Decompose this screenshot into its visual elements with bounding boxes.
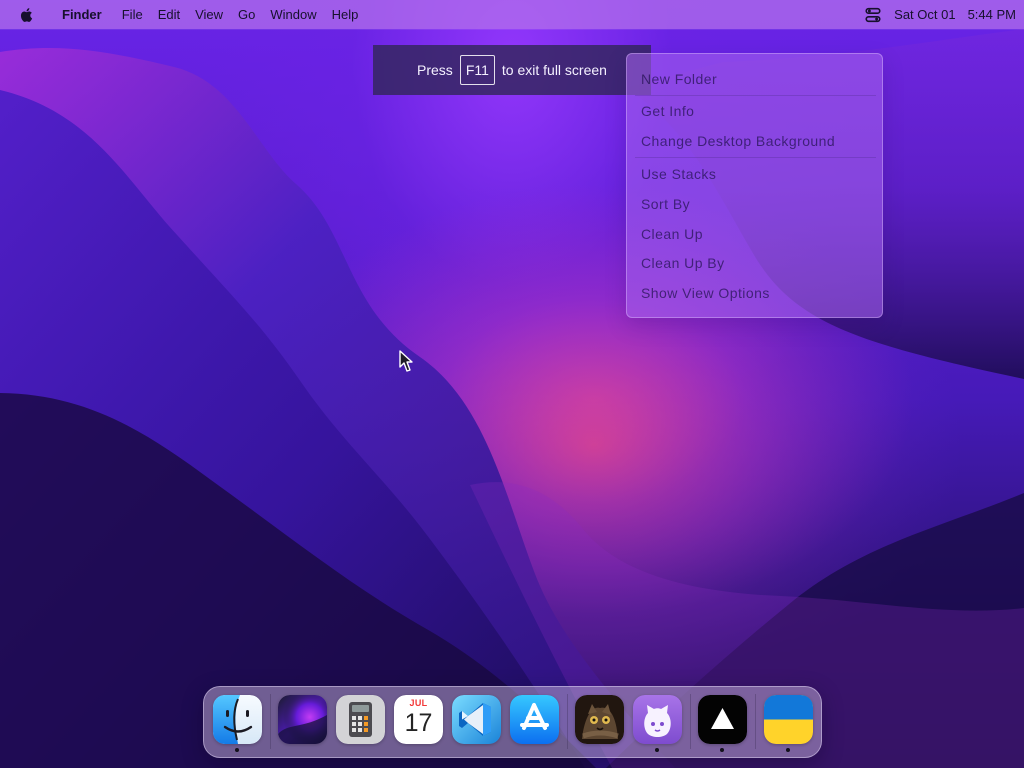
- running-indicator: [655, 748, 659, 752]
- app-store-icon[interactable]: [510, 695, 559, 744]
- context-menu-separator: [635, 95, 876, 96]
- running-indicator: [720, 748, 724, 752]
- context-menu-new-folder[interactable]: New Folder: [641, 65, 717, 93]
- time-display[interactable]: 5:44 PM: [968, 7, 1016, 22]
- menu-edit[interactable]: Edit: [158, 0, 180, 29]
- menu-window[interactable]: Window: [270, 0, 316, 29]
- menu-help[interactable]: Help: [332, 0, 359, 29]
- apple-icon[interactable]: [18, 6, 36, 24]
- f11-key: F11: [459, 55, 495, 85]
- menu-finder[interactable]: Finder: [62, 0, 102, 29]
- control-center-icon[interactable]: [864, 6, 882, 24]
- running-indicator: [235, 748, 239, 752]
- calculator-icon[interactable]: [336, 695, 385, 744]
- date-display[interactable]: Sat Oct 01: [894, 7, 955, 22]
- banner-suffix: to exit full screen: [501, 62, 607, 78]
- dock: JUL 17: [203, 686, 822, 758]
- launchpad-icon[interactable]: [278, 695, 327, 744]
- ukraine-flag-icon[interactable]: [764, 695, 813, 744]
- context-menu-clean-up[interactable]: Clean Up: [641, 220, 703, 248]
- menu-bar-left: Finder File Edit View Go Window Help: [0, 0, 373, 29]
- menu-go[interactable]: Go: [238, 0, 255, 29]
- dock-separator: [567, 694, 568, 749]
- context-menu-sort-by[interactable]: Sort By: [641, 190, 690, 218]
- cat-photo-icon[interactable]: [575, 695, 624, 744]
- running-indicator: [786, 748, 790, 752]
- vscode-icon[interactable]: [452, 695, 501, 744]
- finder-icon[interactable]: [213, 695, 262, 744]
- mouse-cursor-icon: [399, 350, 413, 372]
- desktop[interactable]: Finder File Edit View Go Window Help Sat…: [0, 0, 1024, 768]
- vercel-icon[interactable]: [698, 695, 747, 744]
- fullscreen-exit-banner: Press F11 to exit full screen: [373, 45, 651, 95]
- menu-file[interactable]: File: [122, 0, 143, 29]
- dock-separator: [690, 694, 691, 749]
- context-menu-get-info[interactable]: Get Info: [641, 97, 694, 125]
- dock-separator: [755, 694, 756, 749]
- calendar-icon[interactable]: JUL 17: [394, 695, 443, 744]
- menu-bar-right: Sat Oct 01 5:44 PM: [864, 0, 1016, 29]
- calendar-month: JUL: [409, 698, 428, 708]
- context-menu-show-view-options[interactable]: Show View Options: [641, 279, 770, 307]
- dock-separator: [270, 694, 271, 749]
- menu-view[interactable]: View: [195, 0, 223, 29]
- context-menu-change-background[interactable]: Change Desktop Background: [641, 127, 835, 155]
- calendar-day: 17: [404, 709, 433, 737]
- desktop-context-menu: New Folder Get Info Change Desktop Backg…: [626, 53, 883, 318]
- banner-prefix: Press: [417, 62, 453, 78]
- menu-bar: Finder File Edit View Go Window Help Sat…: [0, 0, 1024, 29]
- context-menu-use-stacks[interactable]: Use Stacks: [641, 160, 716, 188]
- github-icon[interactable]: [633, 695, 682, 744]
- context-menu-separator: [635, 157, 876, 158]
- context-menu-clean-up-by[interactable]: Clean Up By: [641, 249, 725, 277]
